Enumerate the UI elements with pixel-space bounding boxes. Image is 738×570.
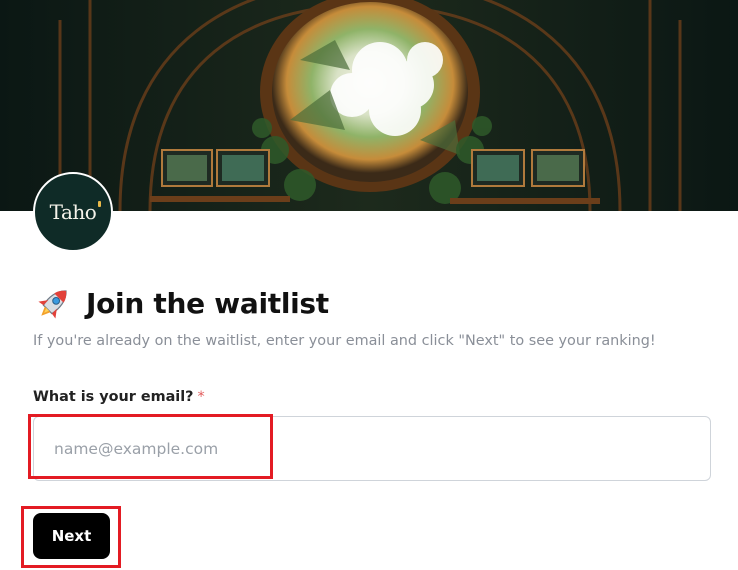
page-heading: Join the waitlist bbox=[34, 282, 329, 324]
email-input[interactable] bbox=[33, 416, 711, 481]
banner-image bbox=[0, 0, 738, 211]
rocket-icon bbox=[38, 290, 67, 319]
email-label: What is your email? * bbox=[33, 389, 205, 405]
logo-accent-mark bbox=[98, 201, 102, 207]
page-title: Join the waitlist bbox=[86, 286, 329, 320]
logo-text: Taho bbox=[49, 200, 97, 224]
page-subtitle: If you're already on the waitlist, enter… bbox=[33, 333, 656, 349]
email-label-text: What is your email? bbox=[33, 389, 194, 405]
taho-logo: Taho bbox=[33, 172, 113, 252]
next-button[interactable]: Next bbox=[33, 513, 110, 559]
required-marker: * bbox=[197, 389, 205, 405]
